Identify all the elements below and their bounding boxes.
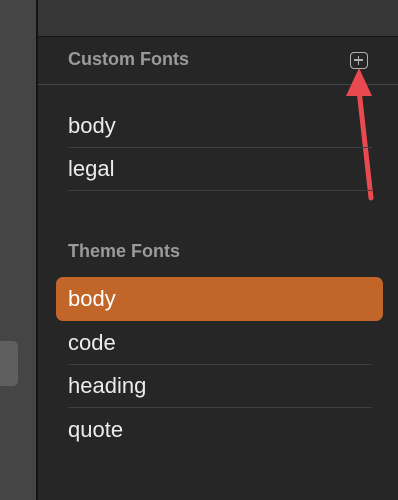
- theme-font-item-code[interactable]: code: [68, 321, 372, 365]
- theme-font-item-heading[interactable]: heading: [68, 364, 372, 408]
- top-bar: [38, 0, 398, 37]
- pane-divider[interactable]: [36, 0, 38, 500]
- custom-font-item-body[interactable]: body: [68, 104, 372, 148]
- custom-font-item-legal[interactable]: legal: [68, 147, 372, 191]
- theme-font-item-quote[interactable]: quote: [68, 408, 372, 452]
- custom-fonts-header: Custom Fonts: [68, 49, 189, 69]
- theme-font-item-body[interactable]: body: [56, 277, 383, 321]
- left-pane-tab[interactable]: [0, 341, 18, 386]
- theme-fonts-header: Theme Fonts: [68, 241, 181, 261]
- left-pane: [0, 0, 36, 500]
